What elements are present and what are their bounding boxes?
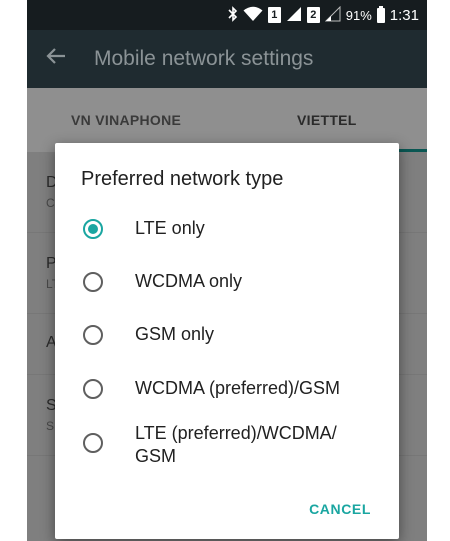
list-item-summary: S [46, 419, 55, 433]
status-bar: 1 2 91% 1:31 [27, 0, 427, 30]
wifi-icon [243, 6, 263, 25]
app-bar: Mobile network settings [27, 30, 427, 88]
option-label: LTE only [135, 218, 205, 238]
sim2-icon: 2 [306, 7, 320, 23]
preferred-network-dialog: Preferred network type LTE only WCDMA on… [55, 143, 399, 539]
radio-selected-icon[interactable] [83, 219, 103, 239]
radio-icon[interactable] [83, 325, 103, 345]
sim1-icon: 1 [267, 7, 281, 23]
option-lte-only[interactable]: LTE only [55, 215, 399, 243]
option-label: LTE (preferred)/WCDMA/ GSM [135, 423, 337, 466]
signal-icon-sim2 [324, 5, 341, 25]
back-arrow-icon[interactable] [45, 45, 71, 71]
bluetooth-icon [228, 5, 238, 25]
option-wcdma-only[interactable]: WCDMA only [55, 268, 399, 296]
radio-icon[interactable] [83, 433, 103, 453]
option-label: WCDMA (preferred)/GSM [135, 378, 341, 398]
option-lte-preferred-wcdma-gsm[interactable]: LTE (preferred)/WCDMA/ GSM [55, 420, 399, 470]
radio-icon[interactable] [83, 272, 103, 292]
option-wcdma-preferred-gsm[interactable]: WCDMA (preferred)/GSM [55, 375, 399, 403]
option-label: GSM only [135, 324, 215, 344]
option-label: WCDMA only [135, 271, 243, 291]
battery-percent: 91% [345, 7, 372, 23]
signal-icon-sim1 [286, 6, 302, 25]
option-gsm-only[interactable]: GSM only [55, 321, 399, 349]
screen: 1 2 91% 1:31 Mobile network settings VN … [27, 0, 427, 541]
radio-icon[interactable] [83, 379, 103, 399]
page-title: Mobile network settings [94, 47, 314, 70]
tab-vn-vinaphone[interactable]: VN VINAPHONE [71, 112, 181, 128]
battery-icon [376, 5, 385, 23]
dialog-title: Preferred network type [81, 168, 284, 190]
status-icons: 1 2 91% 1:31 [228, 0, 419, 30]
list-item-summary: C [46, 196, 55, 210]
cancel-button[interactable]: CANCEL [309, 501, 371, 517]
tab-viettel[interactable]: VIETTEL [297, 112, 357, 128]
clock: 1:31 [389, 6, 419, 24]
